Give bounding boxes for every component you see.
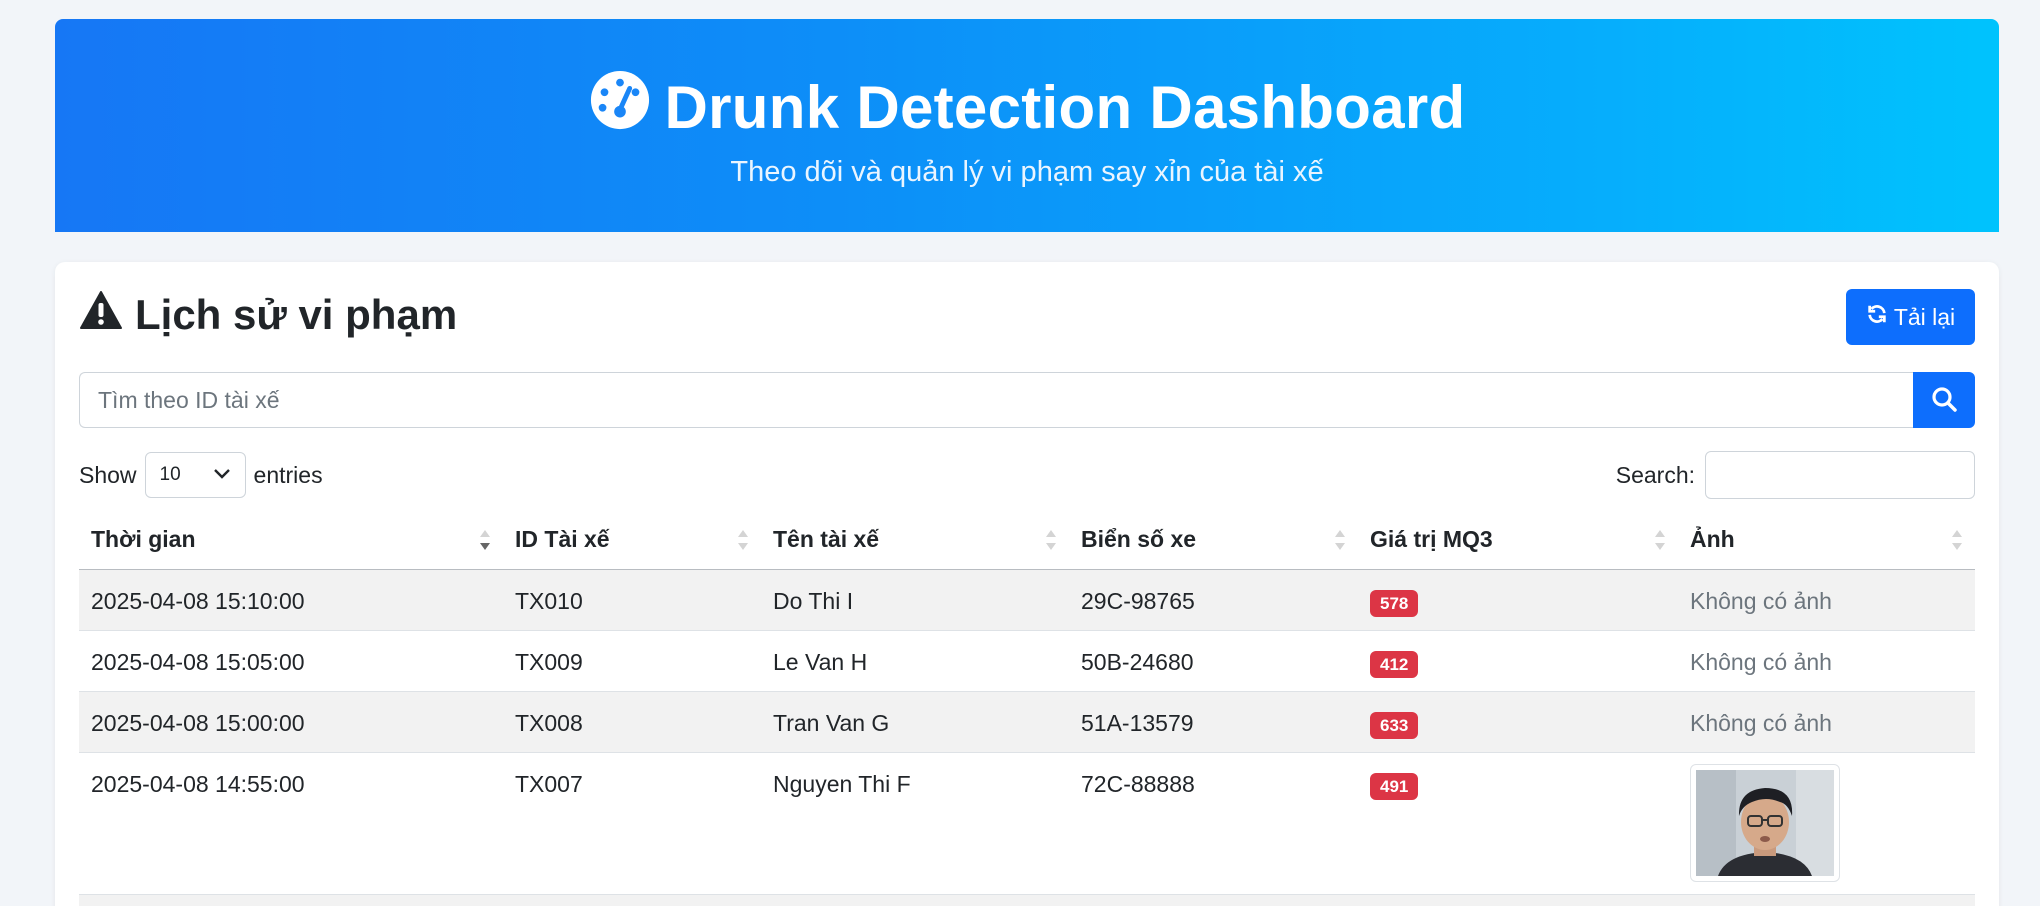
reload-button[interactable]: Tải lại: [1846, 289, 1975, 345]
cell-driver-id: TX010: [503, 568, 761, 630]
dashboard-title: Drunk Detection Dashboard: [664, 73, 1466, 141]
cell-no-image: Không có ảnh: [1678, 690, 1975, 752]
cell-plate: 72C-88888: [1069, 751, 1358, 894]
page-length-value: 10: [159, 464, 181, 485]
driver-photo: [1696, 769, 1834, 876]
sort-icon: [1655, 529, 1665, 550]
chevron-down-icon: [213, 464, 231, 486]
violation-table: Thời gian ID Tài xế Tên tài xế Biển số x…: [79, 511, 1975, 906]
dashboard-subtitle: Theo dõi và quản lý vi phạm say xỉn của …: [730, 156, 1324, 188]
cell-plate: 50B-24680: [1069, 629, 1358, 691]
column-header-mq3[interactable]: Giá trị MQ3: [1358, 511, 1678, 570]
table-header-row: Thời gian ID Tài xế Tên tài xế Biển số x…: [79, 511, 1975, 570]
sort-desc-icon: [480, 529, 490, 550]
cell-driver-name: Tran Van G: [761, 690, 1069, 752]
cell-driver-name: Do Thi I: [761, 568, 1069, 630]
cell-mq3: 633: [1358, 690, 1678, 752]
cell-time: 2025-04-08 14:55:00: [79, 751, 503, 894]
sort-icon: [1046, 529, 1056, 550]
mq3-badge: 491: [1370, 772, 1419, 800]
sort-icon: [738, 529, 748, 550]
cell-time: 2025-04-08 15:00:00: [79, 690, 503, 752]
column-header-driver-name[interactable]: Tên tài xế: [761, 511, 1069, 570]
cell-driver-name: Nguyen Thi F: [761, 751, 1069, 894]
show-label: Show: [79, 461, 137, 488]
table-row: [79, 893, 1975, 906]
cell-mq3: 491: [1358, 751, 1678, 894]
card-title-row: Lịch sử vi phạm: [79, 290, 457, 340]
column-header-plate[interactable]: Biển số xe: [1069, 511, 1358, 570]
mq3-badge: 633: [1370, 711, 1419, 739]
dashboard-title-row: Drunk Detection Dashboard: [55, 69, 1999, 145]
gauge-icon: [589, 69, 651, 145]
mq3-badge: 578: [1370, 589, 1419, 617]
entries-label: entries: [253, 461, 323, 488]
driver-id-search-input[interactable]: [79, 372, 1913, 428]
cell-driver-id: TX009: [503, 629, 761, 691]
sort-icon: [1335, 529, 1345, 550]
cell-no-image: Không có ảnh: [1678, 568, 1975, 630]
cell-plate: 29C-98765: [1069, 568, 1358, 630]
table-filter-control: Search:: [1616, 451, 1975, 499]
cell-image: [1678, 751, 1975, 894]
cell-time: 2025-04-08 15:10:00: [79, 568, 503, 630]
warning-triangle-icon: [79, 290, 123, 340]
driver-photo-thumbnail[interactable]: [1690, 763, 1840, 882]
cell-plate: 51A-13579: [1069, 690, 1358, 752]
violation-history-card: Lịch sử vi phạm Tải lại Show 10: [55, 262, 1999, 906]
search-icon: [1931, 386, 1957, 415]
column-header-driver-id[interactable]: ID Tài xế: [503, 511, 761, 570]
cell-mq3: 412: [1358, 629, 1678, 691]
dashboard-header: Drunk Detection Dashboard Theo dõi và qu…: [55, 19, 1999, 232]
card-title: Lịch sử vi phạm: [135, 291, 458, 338]
refresh-icon: [1866, 303, 1888, 331]
cell-time: 2025-04-08 15:05:00: [79, 629, 503, 691]
table-row: 2025-04-08 14:55:00 TX007 Nguyen Thi F 7…: [79, 751, 1975, 894]
column-header-time[interactable]: Thời gian: [79, 511, 503, 570]
column-header-image[interactable]: Ảnh: [1678, 511, 1975, 570]
table-search-input[interactable]: [1705, 451, 1975, 499]
reload-button-label: Tải lại: [1893, 303, 1956, 330]
table-row: 2025-04-08 15:10:00 TX010 Do Thi I 29C-9…: [79, 568, 1975, 630]
driver-search-group: [79, 372, 1975, 428]
table-search-label: Search:: [1615, 461, 1695, 488]
mq3-badge: 412: [1370, 650, 1419, 678]
page-length-select[interactable]: 10: [144, 452, 246, 498]
cell-no-image: Không có ảnh: [1678, 629, 1975, 691]
table-row: 2025-04-08 15:05:00 TX009 Le Van H 50B-2…: [79, 629, 1975, 691]
driver-search-button[interactable]: [1913, 372, 1975, 428]
page-length-control: Show 10 entries: [79, 452, 323, 498]
cell-driver-id: TX007: [503, 751, 761, 894]
sort-icon: [1952, 529, 1962, 550]
cell-driver-name: Le Van H: [761, 629, 1069, 691]
table-row: 2025-04-08 15:00:00 TX008 Tran Van G 51A…: [79, 690, 1975, 752]
cell-driver-id: TX008: [503, 690, 761, 752]
cell-mq3: 578: [1358, 568, 1678, 630]
